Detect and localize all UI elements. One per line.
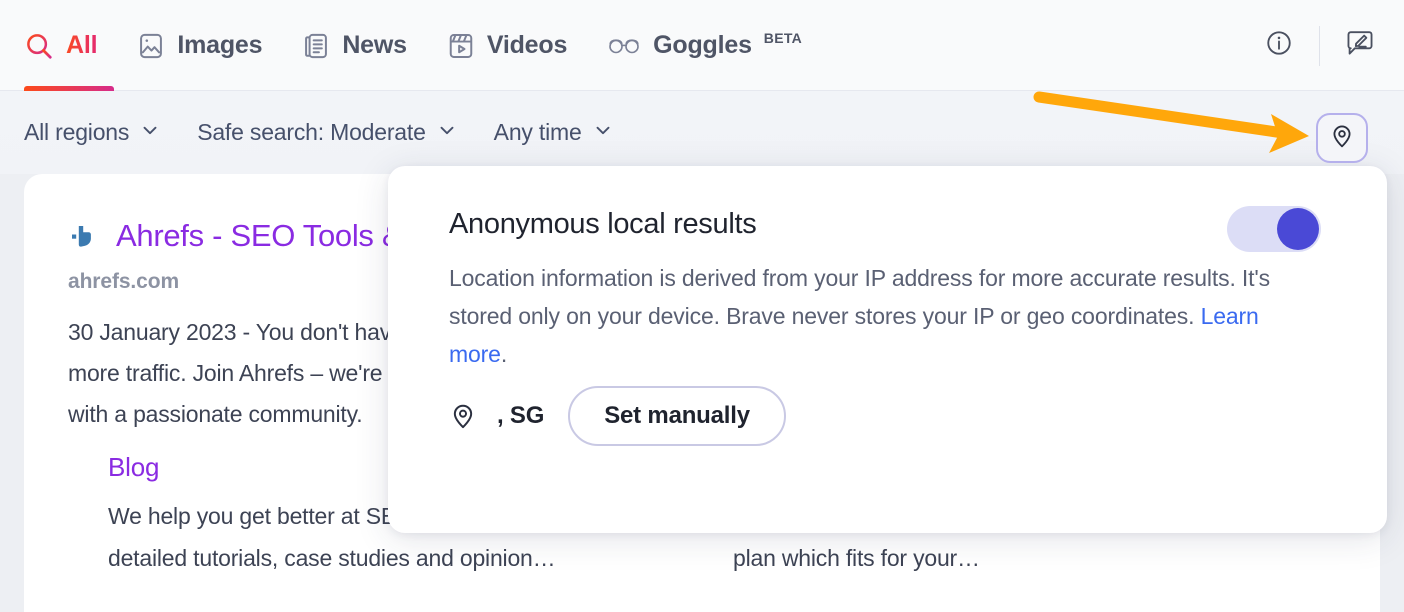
feedback-message-icon — [1345, 29, 1375, 62]
popup-title: Anonymous local results — [449, 208, 757, 240]
filter-bar: All regions Safe search: Moderate Any ti… — [0, 91, 1404, 174]
filter-safe-search[interactable]: Safe search: Moderate — [197, 119, 457, 146]
tab-videos[interactable]: Videos — [447, 0, 567, 91]
chevron-down-icon — [139, 119, 161, 146]
feedback-button[interactable] — [1336, 22, 1384, 70]
tab-goggles-label: Goggles — [653, 31, 752, 59]
popup-description-text: Location information is derived from you… — [449, 265, 1271, 329]
nav-right-actions — [1255, 0, 1384, 91]
toggle-knob — [1277, 208, 1319, 250]
location-pin-icon — [1329, 123, 1355, 154]
tab-images[interactable]: Images — [137, 0, 263, 91]
popup-description-suffix: . — [500, 341, 508, 367]
nav-divider — [1319, 25, 1320, 66]
top-navigation-bar: All Images News Videos Goggles BETA — [0, 0, 1404, 91]
popup-header: Anonymous local results — [449, 206, 1321, 252]
tab-news-label: News — [342, 31, 407, 59]
chevron-down-icon — [592, 119, 614, 146]
location-toggle-button[interactable] — [1316, 113, 1368, 163]
tab-images-label: Images — [177, 31, 263, 59]
filter-any-time-label: Any time — [493, 119, 582, 145]
tab-all[interactable]: All — [24, 0, 114, 91]
video-icon — [447, 32, 475, 60]
tab-goggles[interactable]: Goggles BETA — [607, 0, 802, 91]
filter-all-regions[interactable]: All regions — [24, 119, 161, 146]
ahrefs-favicon — [68, 222, 96, 250]
set-manually-button[interactable]: Set manually — [568, 386, 786, 446]
anonymous-local-results-toggle[interactable] — [1227, 206, 1321, 252]
tab-news[interactable]: News — [302, 0, 407, 91]
popup-description: Location information is derived from you… — [449, 259, 1315, 373]
info-circle-icon — [1265, 29, 1293, 62]
filter-all-regions-label: All regions — [24, 119, 130, 145]
filter-safe-search-label: Safe search: Moderate — [197, 119, 426, 145]
news-icon — [302, 32, 330, 60]
current-location-text: , SG — [497, 402, 545, 429]
tab-videos-label: Videos — [486, 31, 568, 59]
image-icon — [137, 32, 165, 60]
info-button[interactable] — [1255, 22, 1303, 70]
search-vertical-tabs: All Images News Videos Goggles BETA — [24, 0, 842, 91]
brave-search-page: All Images News Videos Goggles BETA All … — [0, 0, 1404, 612]
chevron-down-icon — [436, 119, 458, 146]
goggles-icon — [607, 35, 641, 57]
anonymous-local-results-popup: Anonymous local results Location informa… — [388, 166, 1387, 533]
goggles-beta-badge: BETA — [763, 29, 803, 46]
location-pin-icon — [449, 402, 477, 430]
filter-any-time[interactable]: Any time — [494, 119, 614, 146]
tab-all-label: All — [66, 31, 98, 59]
search-icon — [24, 31, 54, 61]
filter-dropdowns: All regions Safe search: Moderate Any ti… — [24, 91, 614, 174]
popup-location-row: , SG Set manually — [449, 386, 786, 446]
